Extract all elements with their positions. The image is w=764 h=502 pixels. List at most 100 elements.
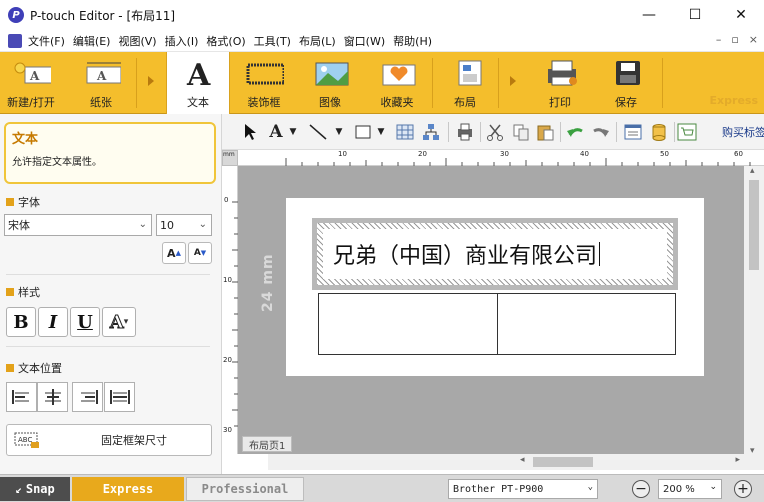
menu-view[interactable]: 视图(V): [118, 33, 164, 49]
frame-button[interactable]: 装饰框: [236, 52, 292, 114]
grow-font-button[interactable]: A ▲: [162, 242, 186, 264]
horizontal-ruler: 10 20 30 40 50 60: [238, 150, 764, 166]
mdi-restore-button[interactable]: ▫: [731, 33, 738, 46]
maximize-button[interactable]: ☐: [672, 0, 718, 30]
minimize-button[interactable]: —: [626, 0, 672, 30]
window-list-icon: [624, 124, 642, 140]
cart-button[interactable]: [676, 122, 698, 142]
vertical-scroll-thumb[interactable]: [749, 180, 759, 270]
fixed-frame-size-button[interactable]: ABC 固定框架尺寸: [6, 424, 212, 456]
chevron-down-icon: ⌄: [138, 219, 147, 230]
save-label: 保存: [615, 96, 637, 109]
menu-window[interactable]: 窗口(W): [344, 33, 393, 49]
professional-mode-tab[interactable]: Professional: [186, 477, 304, 501]
bold-button[interactable]: B: [6, 307, 36, 337]
menu-insert[interactable]: 插入(I): [165, 33, 207, 49]
text-object-content[interactable]: 兄弟（中国）商业有限公司: [323, 229, 667, 279]
table-tool[interactable]: [394, 122, 416, 142]
horizontal-scrollbar[interactable]: ◂ ▸: [268, 454, 744, 470]
align-center-button[interactable]: [37, 382, 68, 412]
scroll-up-arrow-icon[interactable]: ▴: [750, 166, 755, 176]
table-cell[interactable]: [319, 294, 498, 354]
align-left-button[interactable]: [6, 382, 37, 412]
text-button[interactable]: A 文本: [166, 52, 230, 114]
scroll-left-arrow-icon[interactable]: ◂: [520, 455, 525, 465]
text-caret: [599, 242, 601, 266]
align-right-icon: [80, 390, 98, 404]
menu-layout[interactable]: 布局(L): [299, 33, 344, 49]
menu-file[interactable]: 文件(F): [28, 33, 73, 49]
zoom-out-icon: −: [635, 481, 647, 497]
print-preview-tool[interactable]: [454, 122, 476, 142]
new-open-button[interactable]: A 新建/打开: [2, 52, 60, 114]
table-cell[interactable]: [498, 294, 676, 354]
save-button[interactable]: 保存: [596, 52, 656, 114]
copy-button[interactable]: [510, 122, 532, 142]
ruler-tick-label: 30: [223, 426, 232, 434]
ruler-tick-label: 40: [580, 150, 589, 158]
table-object[interactable]: [318, 293, 676, 355]
express-mode-tab[interactable]: Express: [72, 477, 184, 501]
cut-button[interactable]: [484, 122, 506, 142]
layout-canvas[interactable]: 24 mm 兄弟（中国）商业有限公司 布局页1: [238, 166, 744, 454]
align-right-button[interactable]: [72, 382, 103, 412]
tape-width-indicator: 24 mm: [260, 253, 276, 312]
shrink-font-button[interactable]: A ▼: [188, 242, 212, 264]
zoom-in-button[interactable]: +: [734, 480, 752, 498]
close-button[interactable]: ✕: [718, 0, 764, 30]
printer-select[interactable]: Brother PT-P900 ⌄: [448, 479, 598, 499]
scroll-down-arrow-icon[interactable]: ▾: [750, 446, 755, 456]
clipart-button[interactable]: 收藏夹: [368, 52, 426, 114]
bold-icon: B: [13, 311, 29, 333]
paper-button[interactable]: A 纸张: [72, 52, 130, 114]
align-justify-button[interactable]: [104, 382, 135, 412]
underline-button[interactable]: U: [70, 307, 100, 337]
document-icon[interactable]: [8, 33, 22, 48]
frame-icon: [244, 58, 284, 88]
tip-description: 允许指定文本属性。: [12, 157, 102, 168]
mdi-minimize-button[interactable]: –: [716, 33, 722, 46]
layout-button[interactable]: 布局: [438, 52, 492, 114]
snap-toggle[interactable]: ↙ Snap: [0, 477, 70, 501]
italic-button[interactable]: I: [38, 307, 68, 337]
vertical-scrollbar[interactable]: ▴ ▾: [744, 166, 764, 470]
printer-icon: [540, 58, 580, 88]
select-arrow-tool[interactable]: [240, 122, 260, 142]
clipart-label: 收藏夹: [380, 96, 414, 109]
edit-toolbar: A ▼ ▼ ▼ 购买标签: [222, 114, 764, 150]
buy-labels-link[interactable]: 购买标签: [722, 122, 764, 142]
zoom-select[interactable]: 200 % ⌄: [658, 479, 722, 499]
image-button[interactable]: 图像: [302, 52, 358, 114]
menu-edit[interactable]: 编辑(E): [73, 33, 119, 49]
outline-text-icon: A: [109, 311, 124, 333]
text-tool[interactable]: A: [266, 122, 286, 142]
database-tool[interactable]: [420, 122, 442, 142]
paper-icon: A: [81, 58, 121, 88]
font-size-select[interactable]: 10 ⌄: [156, 214, 212, 236]
horizontal-scroll-thumb[interactable]: [533, 457, 593, 467]
font-name-select[interactable]: 宋体 ⌄: [4, 214, 152, 236]
menu-format[interactable]: 格式(O): [206, 33, 253, 49]
shape-tool[interactable]: [352, 122, 374, 142]
scroll-right-arrow-icon[interactable]: ▸: [735, 455, 740, 465]
redo-button[interactable]: [590, 122, 612, 142]
print-button[interactable]: 打印: [530, 52, 590, 114]
page-tab[interactable]: 布局页1: [242, 436, 293, 452]
image-icon: [310, 58, 350, 88]
zoom-out-button[interactable]: −: [632, 480, 650, 498]
text-effect-button[interactable]: A ▾: [102, 307, 136, 337]
text-object[interactable]: 兄弟（中国）商业有限公司: [312, 218, 678, 290]
menu-tools[interactable]: 工具(T): [254, 33, 299, 49]
properties-button[interactable]: [622, 122, 644, 142]
line-tool[interactable]: [306, 122, 330, 142]
chevron-down-icon: ⌄: [198, 219, 207, 230]
paste-button[interactable]: [534, 122, 556, 142]
undo-button[interactable]: [564, 122, 586, 142]
database-button[interactable]: [648, 122, 670, 142]
ribbon: A 新建/打开 A 纸张 A 文本 装饰框 图像 收藏夹 布局 打印 保存 Ex…: [0, 52, 764, 114]
text-tool-dropdown[interactable]: ▼: [288, 122, 298, 142]
menu-help[interactable]: 帮助(H): [393, 33, 440, 49]
mdi-close-button[interactable]: ×: [749, 33, 758, 46]
line-tool-dropdown[interactable]: ▼: [334, 122, 344, 142]
shape-tool-dropdown[interactable]: ▼: [376, 122, 386, 142]
